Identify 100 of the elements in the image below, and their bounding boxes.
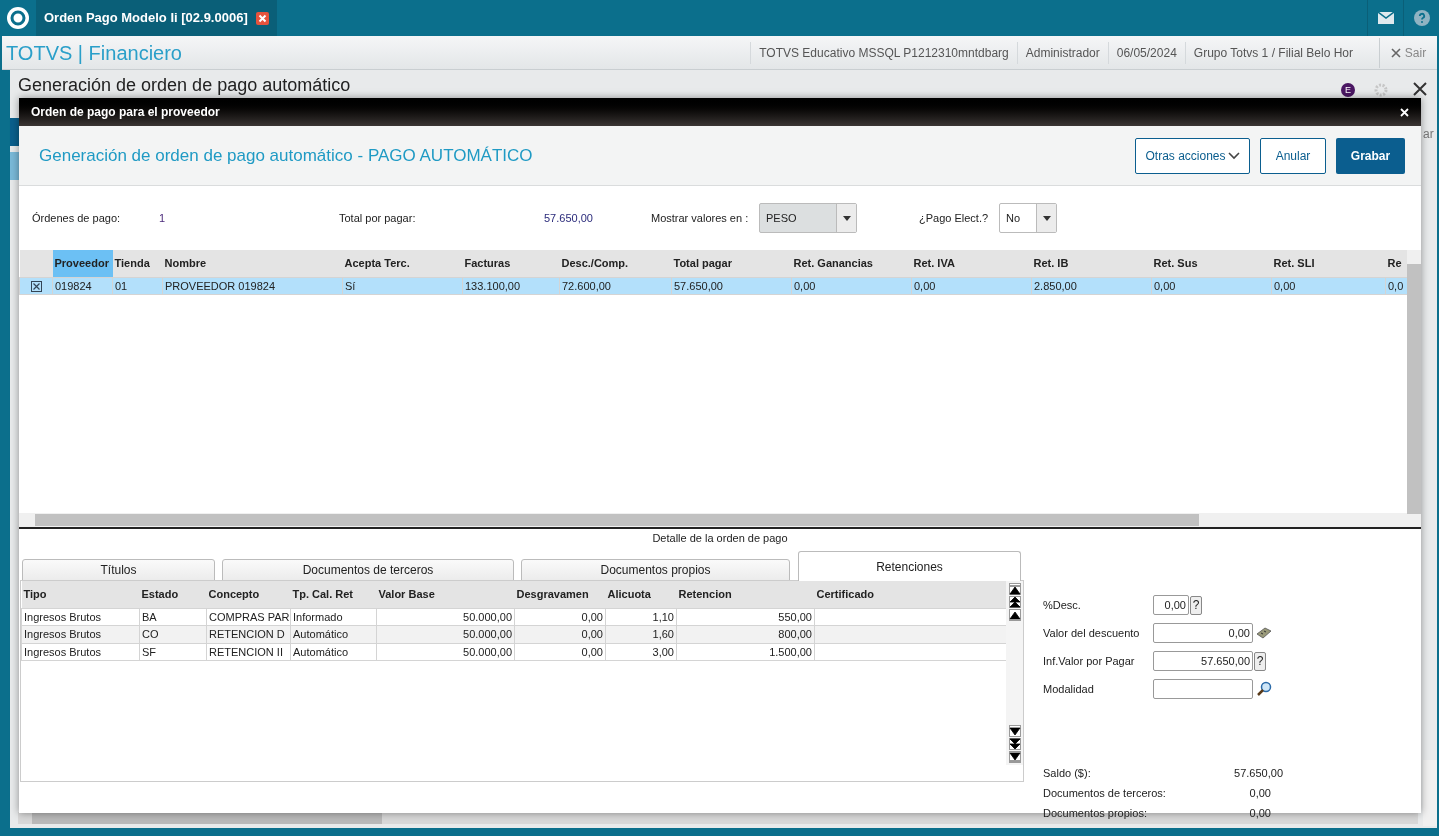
column-header[interactable]: Facturas	[462, 250, 560, 277]
electronic-payment-dropdown[interactable]: No	[999, 203, 1057, 233]
table-cell: 550,00	[676, 608, 815, 626]
column-header[interactable]: Tp. Cal. Ret	[290, 581, 377, 608]
table-cell: 0,00	[1151, 277, 1272, 295]
tab[interactable]: Documentos de terceros	[222, 559, 514, 581]
balance-label: Saldo ($):	[1043, 765, 1092, 781]
input-field[interactable]: 57.650,00	[1153, 651, 1253, 671]
table-cell: Informado	[290, 608, 377, 626]
table-cell: 133.100,00	[462, 277, 560, 295]
field-value: 1	[159, 210, 166, 226]
help-button[interactable]: ?	[1190, 595, 1202, 615]
input-field[interactable]	[1153, 679, 1253, 699]
table-cell: 1,60	[605, 625, 677, 643]
table-cell: 50.000,00	[376, 625, 515, 643]
column-header[interactable]: Retencion	[676, 581, 815, 608]
column-header[interactable]: Proveedor	[52, 250, 113, 277]
column-header[interactable]: Tipo	[21, 581, 140, 608]
table-cell: 1,10	[605, 608, 677, 626]
chevron-down-icon	[1227, 151, 1240, 160]
balance-label: Documentos propios:	[1043, 805, 1148, 821]
table-cell: 57.650,00	[671, 277, 792, 295]
table-cell: Automático	[290, 643, 377, 661]
actions-menu-button[interactable]: Otras acciones	[1135, 137, 1250, 174]
column-header[interactable]: Acepta Terc.	[342, 250, 463, 277]
column-header[interactable]: Ret. IVA	[911, 250, 1032, 277]
table-cell: BA	[139, 608, 207, 626]
field-label: ¿Pago Elect.?	[919, 210, 989, 226]
column-header[interactable]: Ret. Sus	[1151, 250, 1272, 277]
table-cell: 50.000,00	[376, 643, 515, 661]
table-cell: Ingresos Brutos	[21, 625, 140, 643]
scroll-buttons[interactable]	[1006, 581, 1023, 765]
brand-title: TOTVS | Financiero	[5, 40, 182, 66]
field-label: %Desc.	[1043, 597, 1082, 613]
balance-label: Documentos de terceros:	[1043, 785, 1167, 801]
table-cell: Ingresos Brutos	[21, 608, 140, 626]
column-header[interactable]: Nombre	[162, 250, 343, 277]
input-field[interactable]: 0,00	[1153, 623, 1253, 643]
column-header[interactable]: Ret. SLI	[1271, 250, 1386, 277]
scroll-up-icon[interactable]	[1008, 609, 1021, 621]
input-field[interactable]: 0,00	[1153, 595, 1189, 615]
balance-value: 0,00	[1248, 785, 1272, 801]
column-header[interactable]: Concepto	[206, 581, 291, 608]
currency-dropdown[interactable]: PESO	[759, 203, 857, 233]
column-header[interactable]: Desc./Comp.	[559, 250, 672, 277]
section-title: Detalle de la orden de pago	[652, 532, 788, 544]
app-tab[interactable]: Orden Pago Modelo Ii [02.9.0006]	[36, 0, 277, 36]
table-cell: Ingresos Brutos	[21, 643, 140, 661]
close-icon[interactable]	[1413, 82, 1427, 96]
table-cell: 0,00	[791, 277, 912, 295]
table-cell: 0,00	[514, 643, 606, 661]
scroll-up-icon[interactable]	[1008, 596, 1021, 608]
horizontal-scrollbar[interactable]	[19, 513, 1407, 527]
column-header[interactable]: Tienda	[112, 250, 163, 277]
column-header[interactable]: Ret. IB	[1031, 250, 1152, 277]
table-cell: 1.500,00	[676, 643, 815, 661]
session-info: Administrador	[1016, 41, 1108, 64]
close-icon[interactable]	[255, 11, 269, 25]
scroll-down-icon[interactable]	[1008, 751, 1021, 763]
table-cell: 2.850,00	[1031, 277, 1152, 295]
table-cell: 3,00	[605, 643, 677, 661]
column-header[interactable]: Estado	[139, 581, 207, 608]
table-cell: 0,00	[514, 608, 606, 626]
table-cell: 50.000,00	[376, 608, 515, 626]
tab[interactable]: Retenciones	[798, 551, 1021, 581]
column-header[interactable]: Ret. Ganancias	[791, 250, 912, 277]
search-icon[interactable]	[1256, 681, 1272, 697]
vertical-scrollbar[interactable]	[1407, 250, 1421, 529]
status-badge: E	[1341, 83, 1355, 97]
scroll-up-icon[interactable]	[1008, 583, 1021, 595]
table-cell: 800,00	[676, 625, 815, 643]
field-value: 57.650,00	[544, 210, 593, 226]
field-label: Mostrar valores en :	[651, 210, 749, 226]
close-icon	[1390, 47, 1401, 58]
help-icon[interactable]	[1413, 10, 1430, 26]
page-title: Generación de orden de pago automático	[18, 75, 351, 95]
vertical-scrollbar[interactable]	[1423, 760, 1437, 826]
column-header[interactable]: Total pagar	[671, 250, 792, 277]
table-cell: 0,00	[911, 277, 1032, 295]
field-label: Órdenes de pago:	[32, 210, 121, 226]
save-button[interactable]: Grabar	[1336, 137, 1405, 174]
mail-icon[interactable]	[1377, 12, 1394, 24]
tab[interactable]: Títulos	[22, 559, 215, 581]
table-cell: COMPRAS PAR	[206, 608, 291, 626]
cancel-button[interactable]: Anular	[1260, 137, 1326, 174]
column-header[interactable]: Desgravamen	[514, 581, 606, 608]
column-header[interactable]: Valor Base	[376, 581, 515, 608]
table-row[interactable]: 019824 01 PROVEEDOR 019824 Sí 133.100,00 72.600,00 57.650,00 0,00 0,00 2.850,00 0,00 0,00 0,0	[19, 277, 1407, 295]
column-header[interactable]: Alicuota	[605, 581, 677, 608]
field-label: Valor del descuento	[1043, 625, 1141, 641]
help-button[interactable]: ?	[1254, 651, 1266, 671]
balance-value: 0,00	[1248, 805, 1272, 821]
tab[interactable]: Documentos propios	[521, 559, 790, 581]
table-cell: RETENCION D	[206, 625, 291, 643]
scroll-down-icon[interactable]	[1008, 738, 1021, 750]
column-header[interactable]: Re	[1385, 250, 1407, 277]
checkbox[interactable]	[30, 281, 42, 293]
calculator-icon[interactable]	[1256, 627, 1272, 639]
column-header[interactable]: Certificado	[814, 581, 1007, 608]
scroll-down-icon[interactable]	[1008, 725, 1021, 737]
